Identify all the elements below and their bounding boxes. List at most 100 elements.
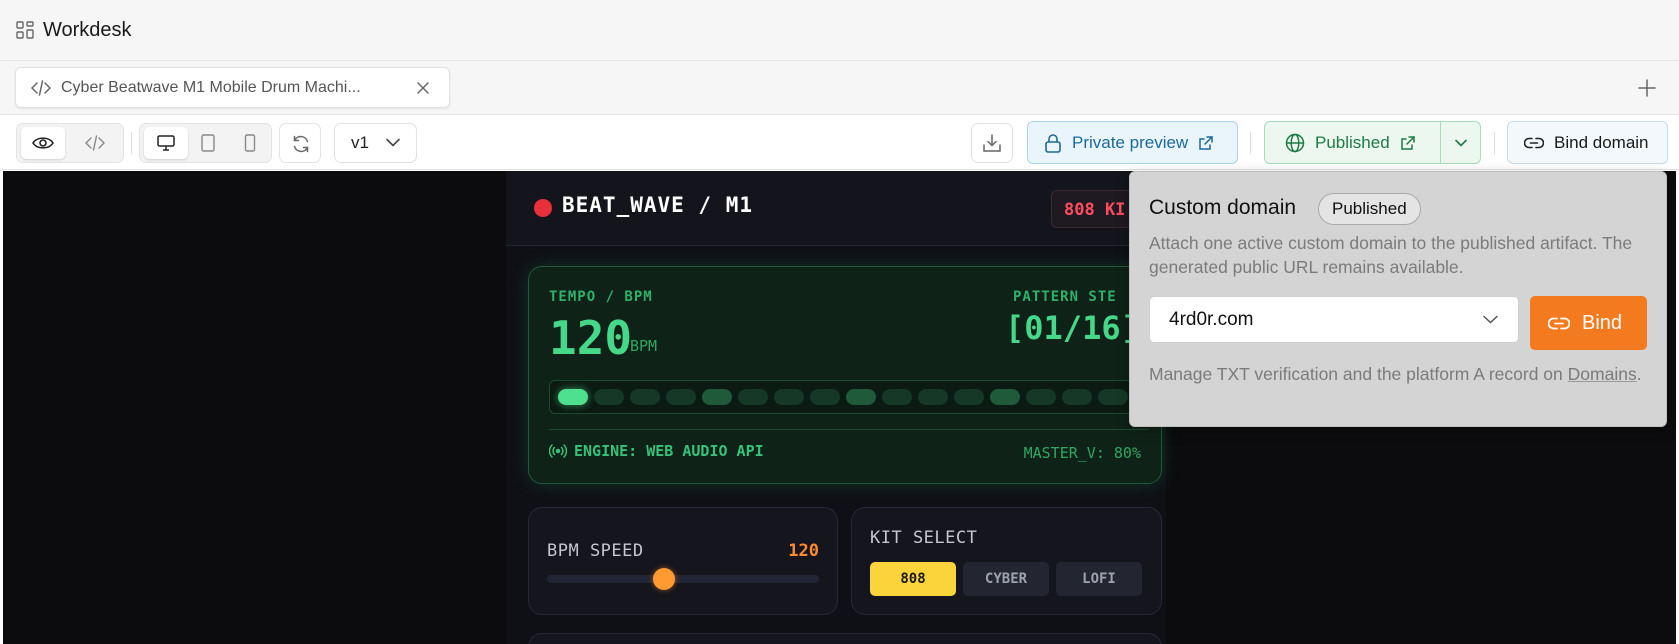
footer-end: . <box>1636 364 1642 384</box>
download-icon <box>983 134 1001 152</box>
tempo-label: TEMPO / BPM <box>549 289 653 305</box>
sequencer-step[interactable] <box>630 389 660 405</box>
private-preview-label: Private preview <box>1072 132 1189 152</box>
preview-mode-button[interactable] <box>21 127 65 159</box>
sequencer-step[interactable] <box>1098 389 1128 405</box>
phone-icon <box>244 134 256 152</box>
kit-lofi-button[interactable]: LOFI <box>1056 562 1142 596</box>
pattern-label: PATTERN STE <box>1013 289 1117 305</box>
sequencer-step[interactable] <box>666 389 696 405</box>
published-label: Published <box>1315 132 1390 152</box>
sequencer-step[interactable] <box>702 389 732 405</box>
chevron-down-icon <box>386 138 400 147</box>
master-volume: MASTER_V: 80% <box>1023 444 1141 462</box>
broadcast-icon <box>549 444 567 458</box>
pattern-value: [01/16] <box>1005 309 1140 347</box>
desktop-view-button[interactable] <box>144 127 188 159</box>
bind-label: Bind <box>1582 311 1623 334</box>
device-group <box>139 123 272 163</box>
bind-domain-label: Bind domain <box>1554 132 1649 152</box>
close-icon[interactable] <box>415 80 431 96</box>
workdesk-app: Workdesk Cyber Beatwave M1 Mobile Drum M… <box>0 0 1679 644</box>
sequencer-step[interactable] <box>846 389 876 405</box>
link-icon <box>1548 317 1570 329</box>
engine-label: ENGINE: WEB AUDIO API <box>574 442 764 460</box>
published-menu-button[interactable] <box>1441 121 1481 164</box>
sequencer-step[interactable] <box>954 389 984 405</box>
plus-icon[interactable] <box>1637 78 1657 98</box>
drum-header: BEAT_WAVE / M1 808 KI <box>506 171 1166 246</box>
popover-description: Attach one active custom domain to the p… <box>1149 233 1633 277</box>
kit-card-label: KIT SELECT <box>870 528 978 548</box>
popover-footer: Manage TXT verification and the platform… <box>1149 362 1659 386</box>
custom-domain-popover: Custom domain Published Attach one activ… <box>1129 171 1667 427</box>
tab-artifact[interactable]: Cyber Beatwave M1 Mobile Drum Machi... <box>15 67 450 108</box>
link-icon <box>1524 137 1544 148</box>
kit-808-button[interactable]: 808 <box>870 562 956 596</box>
code-icon <box>85 135 105 151</box>
lcd-display: TEMPO / BPM 120 BPM PATTERN STE [01/16] … <box>528 266 1162 484</box>
drum-machine-app: BEAT_WAVE / M1 808 KI TEMPO / BPM 120 BP… <box>506 171 1166 644</box>
tab-label: Cyber Beatwave M1 Mobile Drum Machi... <box>61 78 361 96</box>
domain-select[interactable]: 4rd0r.com <box>1149 296 1519 343</box>
sequencer-step[interactable] <box>1062 389 1092 405</box>
refresh-icon <box>293 135 309 153</box>
download-button[interactable] <box>971 123 1013 163</box>
external-link-icon <box>1199 135 1213 150</box>
lock-icon <box>1045 133 1061 153</box>
version-label: v1 <box>351 133 369 152</box>
code-mode-button[interactable] <box>73 127 117 159</box>
bpm-slider-track[interactable] <box>547 575 819 583</box>
top-bar: Workdesk <box>0 0 1679 61</box>
popover-title: Custom domain <box>1149 196 1297 219</box>
bpm-card-value: 120 <box>788 541 819 561</box>
toolbar-divider <box>1494 132 1495 154</box>
status-badge: Published <box>1318 193 1421 225</box>
bind-domain-button[interactable]: Bind domain <box>1507 121 1668 164</box>
sequencer-step[interactable] <box>774 389 804 405</box>
bpm-card-label: BPM SPEED <box>547 541 644 561</box>
private-preview-button[interactable]: Private preview <box>1027 121 1238 164</box>
engine-status: ENGINE: WEB AUDIO API <box>549 442 764 460</box>
sequencer-step[interactable] <box>810 389 840 405</box>
toolbar: v1 Private preview Published Bind domain <box>0 115 1679 170</box>
tab-strip: Cyber Beatwave M1 Mobile Drum Machi... <box>0 61 1679 115</box>
app-title: Workdesk <box>43 18 132 41</box>
bpm-card: BPM SPEED 120 <box>528 507 838 615</box>
sequencer-step[interactable] <box>990 389 1020 405</box>
sequencer-step[interactable] <box>918 389 948 405</box>
published-button[interactable]: Published <box>1264 121 1441 164</box>
sequencer-step[interactable] <box>594 389 624 405</box>
toolbar-divider <box>131 132 132 154</box>
sequencer-step[interactable] <box>1026 389 1056 405</box>
globe-icon <box>1285 133 1305 152</box>
bpm-slider-thumb[interactable] <box>652 568 675 590</box>
tempo-unit: BPM <box>630 337 658 355</box>
pads-card <box>528 633 1162 644</box>
chevron-down-icon <box>1454 139 1467 147</box>
kit-cyber-button[interactable]: CYBER <box>963 562 1049 596</box>
tablet-view-button[interactable] <box>186 127 230 159</box>
tempo-value: 120 <box>549 311 633 365</box>
external-link-icon <box>1400 135 1415 150</box>
sequencer-step[interactable] <box>738 389 768 405</box>
refresh-button[interactable] <box>279 123 321 163</box>
display-divider <box>549 429 1149 430</box>
code-icon <box>31 79 51 96</box>
chevron-down-icon <box>1483 315 1498 324</box>
sequencer-step[interactable] <box>558 389 588 405</box>
view-mode-group <box>16 123 124 163</box>
domains-link[interactable]: Domains <box>1568 364 1637 384</box>
footer-text: Manage TXT verification and the platform… <box>1149 364 1563 384</box>
bind-button[interactable]: Bind <box>1530 296 1647 350</box>
sequencer-step[interactable] <box>882 389 912 405</box>
monitor-icon <box>157 135 175 151</box>
step-sequencer <box>549 380 1159 414</box>
record-indicator <box>534 199 552 217</box>
domain-value: 4rd0r.com <box>1169 308 1254 330</box>
version-select[interactable]: v1 <box>334 123 417 163</box>
grid-icon <box>16 21 34 39</box>
kit-card: KIT SELECT 808 CYBER LOFI <box>851 507 1162 615</box>
mobile-view-button[interactable] <box>228 127 272 159</box>
drum-title: BEAT_WAVE / M1 <box>562 193 754 217</box>
